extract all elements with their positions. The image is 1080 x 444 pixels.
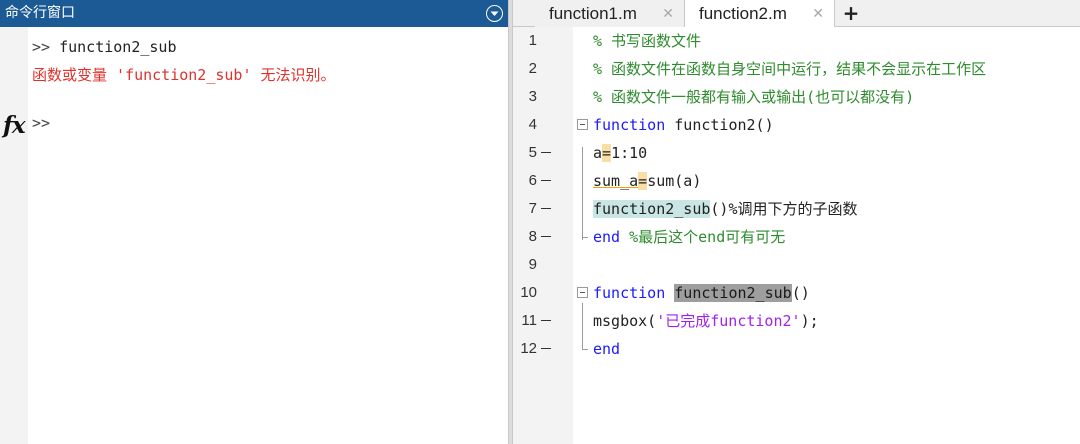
code-line-2[interactable]: 2 % 函数文件在函数自身空间中运行，结果不会显示在工作区 [513, 55, 1080, 83]
code-line-3[interactable]: 3 % 函数文件一般都有输入或输出(也可以都没有) [513, 83, 1080, 111]
line-number: 10 [520, 284, 537, 301]
tab-function2[interactable]: function2.m ✕ [685, 0, 835, 28]
line-number: 9 [528, 256, 537, 273]
tab-label: function1.m [549, 4, 637, 23]
line-number: 5 [528, 144, 537, 161]
tab-function1[interactable]: function1.m ✕ [535, 0, 685, 27]
command-window: 命令行窗口 >> function2_sub 函数或变量 'function2_… [0, 0, 508, 444]
fold-end-marker [582, 223, 588, 238]
code-text: end %最后这个end可有可无 [593, 228, 786, 246]
code-text: sum_a=sum(a) [593, 172, 702, 190]
code-text: function function2() [593, 116, 774, 134]
code-line-1[interactable]: 1 % 书写函数文件 [513, 27, 1080, 55]
fold-toggle-icon[interactable] [577, 287, 588, 298]
code-text: end [593, 340, 621, 358]
breakpoint-marker[interactable] [541, 348, 551, 349]
code-text: function function2_sub() [593, 284, 810, 302]
line-number: 3 [528, 88, 537, 105]
command-prompt[interactable]: >> [32, 114, 50, 132]
fold-end-marker [582, 335, 588, 350]
breakpoint-marker[interactable] [541, 320, 551, 321]
tab-label: function2.m [699, 4, 787, 23]
close-icon[interactable]: ✕ [662, 0, 674, 27]
editor-tab-strip: function1.m ✕ function2.m ✕ + [513, 0, 1080, 28]
chevron-down-icon [490, 11, 499, 16]
line-number: 11 [521, 312, 537, 329]
breakpoint-marker[interactable] [541, 152, 551, 153]
line-number: 2 [528, 60, 537, 77]
fold-toggle-icon[interactable] [577, 119, 588, 130]
add-tab-button[interactable]: + [839, 2, 863, 25]
code-line-12[interactable]: 12 end [513, 335, 1080, 363]
code-text: msgbox('已完成function2'); [593, 312, 819, 330]
command-window-header: 命令行窗口 [0, 0, 508, 27]
command-line: >> function2_sub [32, 38, 177, 56]
code-text: function2_sub()%调用下方的子函数 [593, 200, 858, 218]
panel-menu-button[interactable] [486, 5, 503, 22]
line-number: 12 [520, 340, 537, 357]
line-number: 8 [528, 228, 537, 245]
code-line-5[interactable]: 5 a=1:10 [513, 139, 1080, 167]
fx-icon[interactable]: fx [3, 112, 26, 139]
code-line-6[interactable]: 6 sum_a=sum(a) [513, 167, 1080, 195]
code-line-7[interactable]: 7 function2_sub()%调用下方的子函数 [513, 195, 1080, 223]
comment: % 函数文件在函数自身空间中运行，结果不会显示在工作区 [593, 60, 987, 78]
command-window-title: 命令行窗口 [5, 5, 75, 21]
line-number: 1 [528, 32, 537, 49]
line-number: 6 [528, 172, 537, 189]
line-number: 7 [528, 200, 537, 217]
code-line-9[interactable]: 9 [513, 251, 1080, 279]
comment: % 书写函数文件 [593, 32, 702, 50]
command-history[interactable]: >> function2_sub 函数或变量 'function2_sub' 无… [32, 33, 502, 89]
code-line-8[interactable]: 8 end %最后这个end可有可无 [513, 223, 1080, 251]
command-window-gutter [0, 27, 28, 444]
code-text: a=1:10 [593, 144, 648, 162]
editor: function1.m ✕ function2.m ✕ + 1 % 书写函数文件… [513, 0, 1080, 444]
error-message: 函数或变量 'function2_sub' 无法识别。 [32, 66, 336, 84]
breakpoint-marker[interactable] [541, 180, 551, 181]
close-icon[interactable]: ✕ [812, 0, 824, 27]
line-number: 4 [528, 116, 537, 133]
breakpoint-marker[interactable] [541, 236, 551, 237]
code-line-10[interactable]: 10 function function2_sub() [513, 279, 1080, 307]
comment: % 函数文件一般都有输入或输出(也可以都没有) [593, 88, 915, 106]
code-line-11[interactable]: 11 msgbox('已完成function2'); [513, 307, 1080, 335]
breakpoint-marker[interactable] [541, 208, 551, 209]
code-line-4[interactable]: 4 function function2() [513, 111, 1080, 139]
